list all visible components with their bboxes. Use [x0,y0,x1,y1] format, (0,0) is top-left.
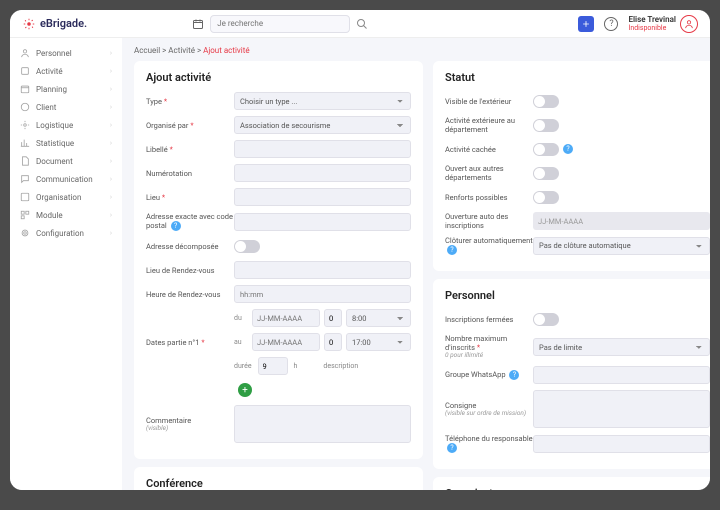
sidebar-item-personnel[interactable]: Personnel› [10,44,122,62]
chart-icon [20,138,30,148]
chevron-right-icon: › [110,193,112,201]
user-status: Indisponible [628,24,676,32]
breadcrumb-home[interactable]: Accueil [134,46,160,55]
chevron-right-icon: › [110,67,112,75]
card-title: Personnel [445,289,710,302]
adresse-input[interactable] [234,213,411,231]
ouverture-auto-field: JJ-MM-AAAA [533,212,710,230]
card-personnel: Personnel Inscriptions fermées Nombre ma… [433,279,710,469]
help-icon[interactable]: ? [171,221,181,231]
max-inscrits-select[interactable]: Pas de limite [533,338,710,356]
commentaire-textarea[interactable] [234,405,411,443]
consigne-textarea[interactable] [533,390,710,428]
breadcrumb-current: Ajout activité [203,46,250,55]
sidebar-item-activite[interactable]: Activité› [10,62,122,80]
lieu-rdv-input[interactable] [234,261,411,279]
card-statut: Statut Visible de l'extérieur Activité e… [433,61,710,271]
sidebar-item-statistique[interactable]: Statistique› [10,134,122,152]
add-date-button[interactable]: + [238,383,252,397]
breadcrumb-activite[interactable]: Activité [168,46,195,55]
adresse-decomposee-toggle[interactable] [234,240,260,253]
calendar-icon [20,84,30,94]
card-title: Conférence [146,477,411,490]
avatar [680,15,698,33]
org-icon [20,192,30,202]
breadcrumb: Accueil > Activité > Ajout activité [134,46,698,55]
numerotation-input[interactable] [234,164,411,182]
client-icon [20,102,30,112]
sidebar-item-configuration[interactable]: Configuration› [10,224,122,242]
sidebar-item-client[interactable]: Client› [10,98,122,116]
gear-icon [20,120,30,130]
sidebar-item-communication[interactable]: Communication› [10,170,122,188]
organise-par-select[interactable]: Association de secourisme [234,116,411,134]
duree-input[interactable] [258,357,288,375]
type-select[interactable]: Choisir un type ... [234,92,411,110]
calendar-icon[interactable] [192,18,204,30]
add-button[interactable] [578,16,594,32]
chevron-right-icon: › [110,49,112,57]
chevron-right-icon: › [110,157,112,165]
search-icon[interactable] [356,18,368,30]
user-name: Elise Trevinal [628,16,676,24]
activite-exterieure-toggle[interactable] [533,119,559,132]
search-input[interactable] [210,15,350,33]
chat-icon [20,174,30,184]
help-icon[interactable]: ? [447,443,457,453]
date-debut-input[interactable] [252,309,320,327]
card-title: Organisateur [445,487,710,490]
help-icon[interactable]: ? [604,17,618,31]
libelle-input[interactable] [234,140,411,158]
num-input[interactable] [324,309,342,327]
sidebar: Personnel› Activité› Planning› Client› L… [10,38,122,490]
help-icon[interactable]: ? [447,245,457,255]
sidebar-item-document[interactable]: Document› [10,152,122,170]
brand-name: eBrigade. [40,17,87,30]
date-fin-input[interactable] [252,333,320,351]
card-title: Statut [445,71,710,84]
person-icon [20,48,30,58]
lieu-input[interactable] [234,188,411,206]
help-icon[interactable]: ? [563,144,573,154]
document-icon [20,156,30,166]
card-organisateur: Organisateur Client... Non précisé ... N… [433,477,710,490]
activity-icon [20,66,30,76]
card-ajout-activite: Ajout activité Type *Choisir un type ...… [134,61,423,459]
cloture-select[interactable]: Pas de clôture automatique [533,237,710,255]
chevron-right-icon: › [110,229,112,237]
card-conference: Conférence Lien Conférence Web ? Code Co… [134,467,423,490]
help-icon[interactable]: ? [509,370,519,380]
chevron-right-icon: › [110,211,112,219]
heure-rdv-input[interactable] [234,285,411,303]
num-input[interactable] [324,333,342,351]
time-debut-select[interactable]: 8:00 [346,309,411,327]
renforts-toggle[interactable] [533,191,559,204]
chevron-right-icon: › [110,103,112,111]
ouvert-autres-toggle[interactable] [533,167,559,180]
logo-icon [22,17,36,31]
whatsapp-input[interactable] [533,366,710,384]
inscriptions-fermees-toggle[interactable] [533,313,559,326]
tel-responsable-input[interactable] [533,435,710,453]
sidebar-item-logistique[interactable]: Logistique› [10,116,122,134]
sidebar-item-planning[interactable]: Planning› [10,80,122,98]
module-icon [20,210,30,220]
chevron-right-icon: › [110,85,112,93]
card-title: Ajout activité [146,71,411,84]
sidebar-item-organisation[interactable]: Organisation› [10,188,122,206]
visible-exterieur-toggle[interactable] [533,95,559,108]
activite-cachee-toggle[interactable] [533,143,559,156]
user-menu[interactable]: Elise Trevinal Indisponible [628,15,698,33]
settings-icon [20,228,30,238]
sidebar-item-module[interactable]: Module› [10,206,122,224]
chevron-right-icon: › [110,139,112,147]
chevron-right-icon: › [110,121,112,129]
chevron-right-icon: › [110,175,112,183]
logo[interactable]: eBrigade. [22,17,87,31]
time-fin-select[interactable]: 17:00 [346,333,411,351]
